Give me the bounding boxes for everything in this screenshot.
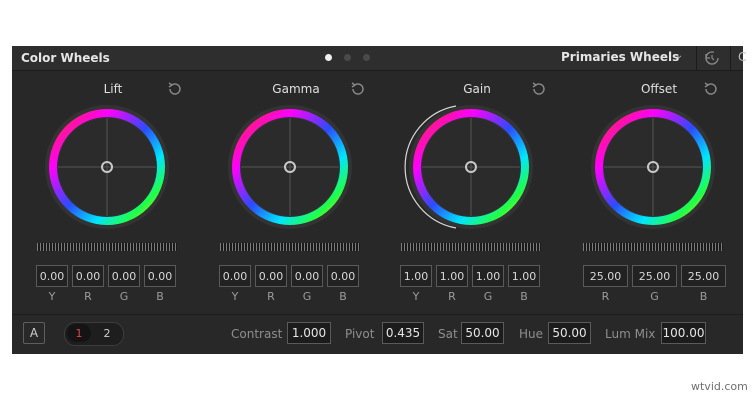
wheel-lift: Lift 0.00 0.00 0.00 0.00 Y R G B [22,70,204,315]
value-y[interactable]: 0.00 [36,265,68,287]
value-b[interactable]: 0.00 [327,265,359,287]
value-b[interactable]: 1.00 [508,265,540,287]
value-y[interactable]: 1.00 [400,265,432,287]
label-y: Y [48,290,56,303]
wheel-offset: Offset 25.00 25.00 25.00 R G B [568,70,750,315]
color-wheel[interactable] [386,104,556,234]
adjustment-bar: A 1 2 Contrast 1.000 Pivot 0.435 Sat 50.… [12,314,743,355]
value-g[interactable]: 25.00 [632,265,677,287]
label-r: R [601,290,610,303]
page-dot-3[interactable] [363,54,370,61]
label-g: G [302,290,312,303]
page-dot-1[interactable] [325,54,332,61]
label-r: R [267,290,275,303]
next-panel-cut-label: C [738,50,747,64]
panel-title: Color Wheels [21,51,110,65]
color-wheel[interactable] [205,104,375,234]
master-slider[interactable] [217,241,363,253]
value-r[interactable]: 0.00 [255,265,287,287]
value-r[interactable]: 1.00 [436,265,468,287]
label-b: B [699,290,708,303]
lum-mix-field[interactable]: 100.00 [661,322,706,344]
header-divider-2 [730,46,731,70]
color-wheel[interactable] [22,104,192,234]
reset-icon[interactable] [530,80,548,98]
label-g: G [119,290,129,303]
contrast-field[interactable]: 1.000 [287,322,331,344]
wheels-mode-select[interactable]: Primaries Wheels [561,50,679,64]
color-wheel[interactable] [568,104,738,234]
wheel-gain: Gain 1.00 1.00 1.00 1.00 Y R G B [386,70,568,315]
sat-field[interactable]: 50.00 [461,322,504,344]
page-dot-2[interactable] [344,54,351,61]
value-y[interactable]: 0.00 [219,265,251,287]
reset-icon[interactable] [349,80,367,98]
value-b[interactable]: 0.00 [144,265,176,287]
label-b: B [339,290,347,303]
master-slider[interactable] [398,241,544,253]
label-r: R [448,290,456,303]
page-1-button[interactable]: 1 [67,324,91,342]
label-g: G [483,290,493,303]
value-g[interactable]: 1.00 [472,265,504,287]
lum-mix-label: Lum Mix [605,327,656,341]
label-b: B [156,290,164,303]
label-b: B [520,290,528,303]
pivot-field[interactable]: 0.435 [382,322,424,344]
label-r: R [84,290,92,303]
watermark: wtvid.com [691,380,748,393]
contrast-label: Contrast [231,327,283,341]
reset-icon[interactable] [166,80,184,98]
page-switcher: 1 2 [64,322,124,346]
reset-icon[interactable] [702,80,720,98]
master-slider[interactable] [34,241,180,253]
value-r[interactable]: 0.00 [72,265,104,287]
value-b[interactable]: 25.00 [681,265,726,287]
wheel-gamma: Gamma 0.00 0.00 0.00 0.00 Y R G B [205,70,387,315]
pivot-label: Pivot [345,327,375,341]
color-wheels-panel: Color Wheels Primaries Wheels ⌄ C Lift 0… [12,46,747,355]
wheel-title: Offset [640,82,678,96]
value-g[interactable]: 0.00 [108,265,140,287]
reset-all-icon[interactable] [702,48,722,68]
label-y: Y [412,290,420,303]
panel-header: Color Wheels Primaries Wheels ⌄ C [12,46,747,71]
hue-field[interactable]: 50.00 [548,322,591,344]
page-dots [325,54,370,61]
label-y: Y [231,290,239,303]
header-divider [696,46,697,70]
value-g[interactable]: 0.00 [291,265,323,287]
chevron-down-icon[interactable]: ⌄ [675,50,683,61]
master-slider[interactable] [580,241,726,253]
sat-label: Sat [438,327,458,341]
hue-label: Hue [519,327,544,341]
value-r[interactable]: 25.00 [583,265,628,287]
auto-balance-button[interactable]: A [23,322,45,344]
page-2-button[interactable]: 2 [95,324,119,342]
label-g: G [650,290,659,303]
